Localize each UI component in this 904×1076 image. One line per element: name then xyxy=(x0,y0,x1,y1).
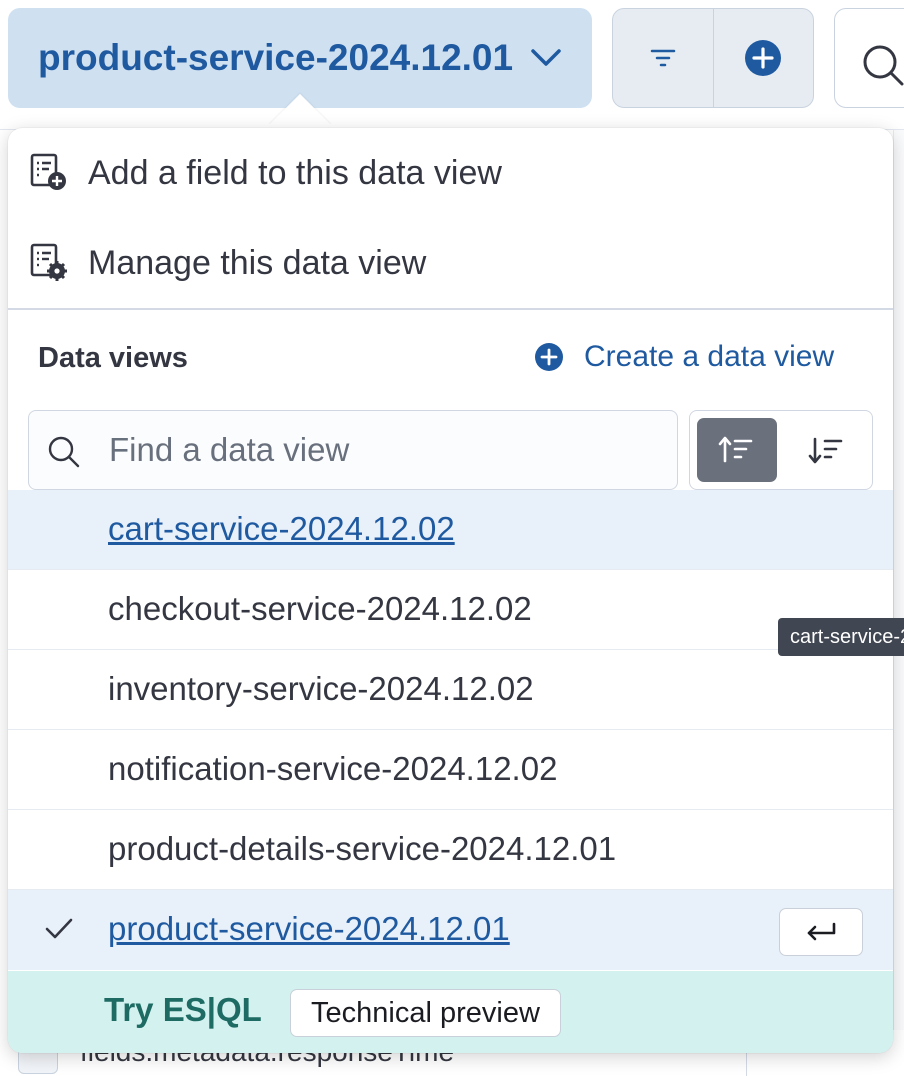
data-view-option[interactable]: notification-service-2024.12.02 xyxy=(8,730,893,810)
find-data-view-input[interactable] xyxy=(107,421,667,479)
query-search-field[interactable] xyxy=(834,8,904,108)
data-view-popover: Add a field to this data view Manage thi… xyxy=(8,128,893,1053)
create-data-view-link[interactable]: Create a data view xyxy=(534,340,834,374)
sort-ascending-icon xyxy=(718,436,753,463)
find-data-view-field[interactable] xyxy=(28,410,678,490)
data-view-option-label: product-details-service-2024.12.01 xyxy=(108,830,617,867)
data-view-list: cart-service-2024.12.02 checkout-service… xyxy=(8,490,893,971)
data-view-option-selected[interactable]: product-service-2024.12.01 xyxy=(8,890,893,970)
sort-ascending-button[interactable] xyxy=(697,418,777,482)
document-gear-icon xyxy=(30,243,67,281)
data-view-option[interactable]: product-details-service-2024.12.01 xyxy=(8,810,893,890)
esql-footer: Try ES|QL Technical preview xyxy=(8,971,893,1053)
top-toolbar: product-service-2024.12.01 xyxy=(0,0,904,130)
add-field-menu-item[interactable]: Add a field to this data view xyxy=(8,128,893,218)
data-view-option-label: notification-service-2024.12.02 xyxy=(108,750,558,787)
chevron-down-icon xyxy=(531,49,561,66)
sort-order-toggle xyxy=(689,410,873,490)
manage-data-view-menu-item[interactable]: Manage this data view xyxy=(8,218,893,308)
create-data-view-label: Create a data view xyxy=(584,340,835,373)
try-esql-link[interactable]: Try ES|QL xyxy=(104,991,262,1029)
document-plus-icon xyxy=(30,153,66,190)
data-view-picker-label: product-service-2024.12.01 xyxy=(38,37,514,78)
return-key-icon xyxy=(807,922,836,941)
manage-data-view-label: Manage this data view xyxy=(88,243,427,282)
filter-actions-group xyxy=(612,8,814,108)
data-view-option[interactable]: checkout-service-2024.12.02 xyxy=(8,570,893,650)
plus-circle-icon xyxy=(745,40,782,76)
data-view-option[interactable]: inventory-service-2024.12.02 xyxy=(8,650,893,730)
popover-divider xyxy=(8,308,893,310)
data-view-tooltip: cart-service-2024.12.02 xyxy=(778,618,904,656)
data-view-option-label: cart-service-2024.12.02 xyxy=(108,510,455,547)
data-view-option-label: inventory-service-2024.12.02 xyxy=(108,670,534,707)
sort-descending-icon xyxy=(808,437,843,464)
data-views-heading: Data views xyxy=(38,342,188,374)
checkmark-icon xyxy=(45,918,73,939)
data-view-option-label: product-service-2024.12.01 xyxy=(108,910,510,947)
background-panel-edge xyxy=(893,130,904,1076)
filter-options-button[interactable] xyxy=(613,9,713,107)
data-view-option-label: checkout-service-2024.12.02 xyxy=(108,590,532,627)
add-field-label: Add a field to this data view xyxy=(88,153,502,192)
magnifier-icon xyxy=(863,45,904,86)
plus-circle-icon xyxy=(535,343,563,371)
data-view-option[interactable]: cart-service-2024.12.02 xyxy=(8,490,893,570)
search-icon xyxy=(48,436,80,468)
enter-key-hint xyxy=(779,908,863,956)
filter-lines-icon xyxy=(650,49,675,67)
add-filter-button[interactable] xyxy=(712,9,814,107)
sort-descending-button[interactable] xyxy=(787,418,867,482)
technical-preview-badge: Technical preview xyxy=(290,989,561,1037)
